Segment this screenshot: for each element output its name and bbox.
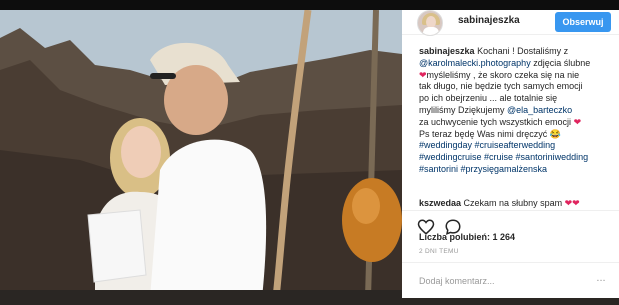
caption-text: myśleliśmy , że skoro czeka się na nie: [426, 69, 580, 80]
caption-text: myliliśmy Dziękujemy: [419, 104, 508, 115]
caption-text: za uchwycenie tych wszystkich emocji: [419, 116, 574, 127]
top-strip: [0, 0, 619, 10]
hashtag-link[interactable]: #weddingday #cruiseafterwedding: [419, 140, 614, 152]
avatar[interactable]: [417, 10, 443, 36]
hashtag-link[interactable]: #weddingcruise #cruise #santoriniwedding: [419, 152, 614, 164]
post-photo[interactable]: [0, 10, 402, 298]
mention-link[interactable]: @ela_barteczko: [507, 105, 572, 115]
follow-button[interactable]: Obserwuj: [555, 12, 611, 32]
post-header: sabinajeszka Obserwuj: [402, 10, 619, 36]
photo-illustration: [0, 10, 402, 298]
bottom-strip: [0, 298, 619, 305]
heart-emoji-icon: ❤❤: [564, 198, 580, 208]
heart-emoji-icon: ❤: [419, 69, 427, 80]
caption-text: Kochani ! Dostaliśmy z: [477, 46, 569, 56]
add-comment-section: ...: [402, 262, 619, 298]
post-timestamp[interactable]: 2 DNI TEMU: [419, 248, 459, 255]
caption-text: zdjęcia ślubne: [530, 57, 591, 68]
caption-username[interactable]: sabinajeszka: [419, 46, 475, 56]
header-username[interactable]: sabinajeszka: [458, 15, 520, 26]
heart-emoji-icon: ❤: [573, 116, 582, 127]
comment-text: Czekam na słubny spam: [463, 198, 563, 208]
comment-input[interactable]: [419, 274, 589, 288]
smile-emoji-icon: 😂: [549, 128, 561, 139]
post-panel: sabinajeszka Obserwuj sabinajeszka Kocha…: [402, 10, 619, 298]
caption-text: tak długo, nie będzie tych samych emocji: [419, 81, 583, 92]
post-caption: sabinajeszka Kochani ! Dostaliśmy z @kar…: [419, 46, 614, 176]
more-options-icon[interactable]: ...: [593, 273, 609, 287]
caption-text: Ps teraz będę Was nimi dręczyć: [419, 128, 550, 139]
comment-item: kszwedaa Czekam na słubny spam ❤❤: [419, 198, 614, 208]
mention-link[interactable]: @karolmalecki.photography: [419, 58, 531, 68]
caption-text: po ich obejrzeniu ... ale totalnie się: [419, 93, 558, 104]
hashtag-link[interactable]: #santorini #przysięgamalżenska: [419, 164, 614, 176]
likes-count[interactable]: Liczba polubień: 1 264: [419, 232, 515, 242]
comment-username[interactable]: kszwedaa: [419, 198, 461, 208]
